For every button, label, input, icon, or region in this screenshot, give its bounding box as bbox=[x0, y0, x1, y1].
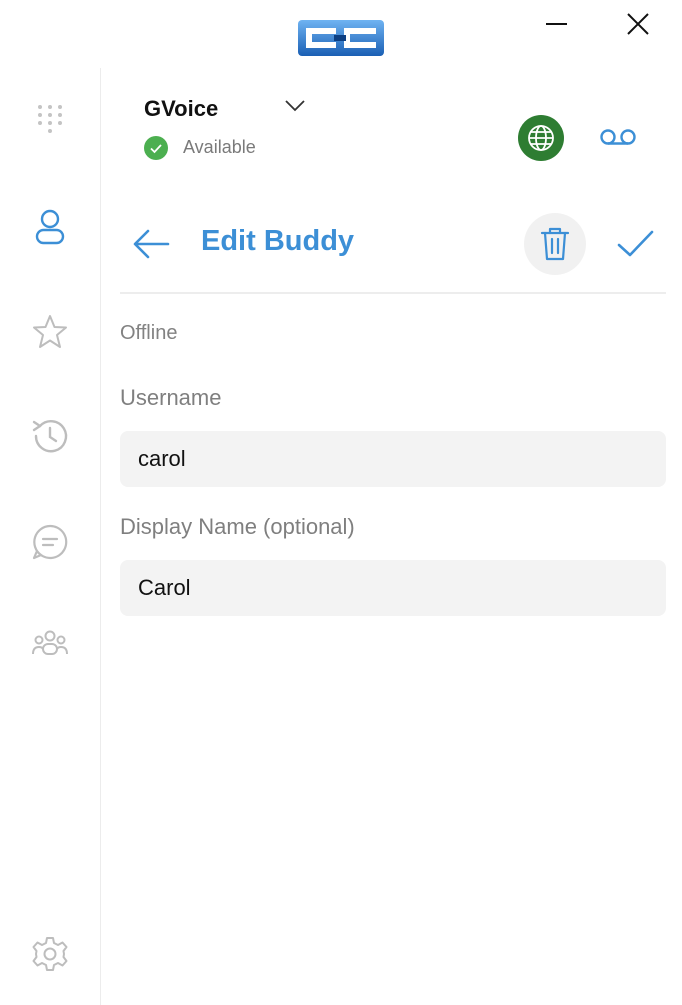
presence-status: Offline bbox=[120, 322, 178, 344]
status-label: Available bbox=[183, 137, 256, 157]
voicemail-icon bbox=[600, 129, 636, 145]
app-logo bbox=[296, 16, 386, 60]
sidebar-item-groups[interactable] bbox=[28, 624, 72, 668]
save-button[interactable] bbox=[612, 222, 658, 266]
display-name-label: Display Name (optional) bbox=[120, 514, 355, 539]
trash-icon bbox=[540, 227, 570, 261]
voicemail-button[interactable] bbox=[597, 118, 639, 156]
sidebar-item-dialpad[interactable] bbox=[28, 97, 72, 141]
chevron-down-icon bbox=[285, 100, 305, 112]
page-title: Edit Buddy bbox=[201, 225, 355, 257]
sidebar-item-chat[interactable] bbox=[28, 520, 72, 564]
history-icon bbox=[32, 420, 68, 453]
globe-icon bbox=[528, 125, 554, 151]
minimize-icon bbox=[546, 23, 567, 25]
minimize-button[interactable] bbox=[537, 6, 577, 42]
star-icon bbox=[33, 315, 67, 348]
sidebar-item-history[interactable] bbox=[28, 414, 72, 458]
account-name[interactable]: GVoice bbox=[144, 96, 218, 122]
sidebar-item-contacts[interactable] bbox=[28, 205, 72, 249]
username-label: Username bbox=[120, 385, 222, 410]
network-button[interactable] bbox=[518, 115, 564, 161]
header-divider bbox=[120, 292, 666, 294]
close-button[interactable] bbox=[618, 6, 658, 42]
gear-icon bbox=[32, 937, 68, 971]
back-button[interactable] bbox=[128, 222, 174, 266]
title-bar bbox=[0, 0, 682, 68]
delete-button[interactable] bbox=[524, 213, 586, 275]
arrow-left-icon bbox=[133, 229, 170, 259]
contact-icon bbox=[35, 209, 65, 245]
sidebar-item-favorites[interactable] bbox=[28, 310, 72, 354]
status-indicator bbox=[144, 136, 168, 160]
chat-icon bbox=[32, 524, 68, 560]
close-icon bbox=[627, 13, 649, 35]
group-icon bbox=[32, 630, 68, 655]
display-name-field[interactable] bbox=[120, 560, 666, 616]
check-icon bbox=[150, 144, 162, 154]
dialpad-icon bbox=[38, 105, 62, 133]
checkmark-icon bbox=[617, 230, 654, 257]
settings-button[interactable] bbox=[28, 932, 72, 976]
account-dropdown-button[interactable] bbox=[281, 94, 309, 118]
username-field[interactable] bbox=[120, 431, 666, 487]
